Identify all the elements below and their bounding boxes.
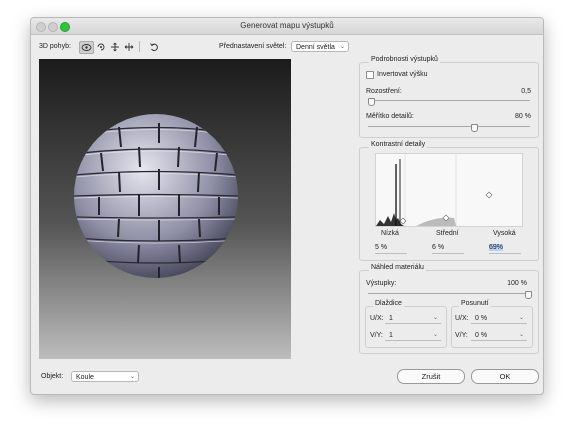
blur-slider-track[interactable]	[368, 100, 530, 101]
chevron-down-icon: ⌄	[339, 44, 345, 50]
tiling-v-select[interactable]: 1 ⌄	[385, 330, 441, 341]
zoom-window-button[interactable]	[60, 22, 70, 32]
tiling-title: Dlaždice	[373, 300, 404, 307]
roll-3d-icon[interactable]	[94, 41, 107, 52]
mid-contrast-field[interactable]: 6 %	[432, 243, 464, 254]
tiling-u-value: 1	[389, 315, 393, 322]
preview-sphere	[74, 114, 238, 278]
detail-scale-slider-thumb[interactable]	[471, 124, 478, 132]
minimize-window-button[interactable]	[48, 22, 58, 32]
material-preview-title: Náhled materiálu	[369, 264, 426, 271]
high-contrast-value: 69%	[489, 244, 504, 251]
blur-slider-thumb[interactable]	[368, 98, 375, 106]
invert-height-checkbox[interactable]	[366, 71, 374, 79]
bumps-slider-track[interactable]	[368, 293, 530, 294]
bump-preview-canvas[interactable]	[39, 59, 291, 359]
low-contrast-value: 5 %	[375, 244, 388, 251]
blur-value[interactable]: 0,5	[491, 88, 531, 95]
high-contrast-field[interactable]: 69%	[489, 243, 521, 254]
toolbar-divider	[139, 41, 140, 52]
light-preset-select[interactable]: Denní světla ⌄	[291, 41, 349, 52]
offset-u-select[interactable]: 0 % ⌄	[471, 313, 527, 324]
chevron-down-icon: ⌄	[432, 332, 438, 338]
contrast-details-title: Kontrastní detaily	[369, 141, 428, 148]
low-contrast-label: Nízká	[381, 230, 399, 237]
object-select[interactable]: Koule ⌄	[71, 371, 139, 382]
close-window-button[interactable]	[36, 22, 46, 32]
detail-scale-label: Měřítko detailů:	[366, 113, 414, 120]
chevron-down-icon: ⌄	[129, 374, 135, 380]
tiling-v-value: 1	[389, 332, 393, 339]
tiling-u-label: U/X:	[370, 315, 384, 322]
object-value: Koule	[76, 374, 94, 381]
rotate-3d-icon[interactable]	[79, 41, 94, 54]
ok-button[interactable]: OK	[471, 369, 539, 384]
offset-v-label: V/Y:	[455, 332, 468, 339]
bumps-label: Výstupky:	[366, 280, 397, 287]
chevron-down-icon: ⌄	[518, 315, 524, 321]
offset-title: Posunutí	[459, 300, 491, 307]
cancel-button[interactable]: Zrušit	[397, 369, 465, 384]
bumps-slider-thumb[interactable]	[525, 291, 532, 299]
bumps-value[interactable]: 100 %	[481, 280, 527, 287]
high-contrast-label: Vysoká	[493, 230, 516, 237]
offset-u-value: 0 %	[475, 315, 488, 322]
chevron-down-icon: ⌄	[432, 315, 438, 321]
detail-scale-value[interactable]: 80 %	[491, 113, 531, 120]
bump-details-title: Podrobnosti výstupků	[369, 56, 440, 63]
window-title: Generovat mapu výstupků	[240, 21, 334, 30]
motion-label: 3D pohyb:	[39, 43, 71, 50]
object-label: Objekt:	[41, 373, 64, 380]
mid-contrast-value: 6 %	[432, 244, 445, 251]
tiling-v-label: V/Y:	[370, 332, 383, 339]
light-preset-value: Denní světla	[296, 44, 335, 51]
title-bar: Generovat mapu výstupků	[31, 18, 543, 35]
preset-label: Přednastavení světel:	[219, 43, 287, 50]
invert-height-label: Invertovat výšku	[377, 71, 428, 78]
pan-3d-icon[interactable]	[108, 41, 121, 52]
detail-scale-slider-track[interactable]	[368, 126, 530, 127]
mid-contrast-label: Střední	[436, 230, 459, 237]
offset-v-select[interactable]: 0 % ⌄	[471, 330, 527, 341]
slide-3d-icon[interactable]	[122, 41, 135, 52]
blur-label: Rozostření:	[366, 88, 402, 95]
offset-u-label: U/X:	[455, 315, 469, 322]
offset-v-value: 0 %	[475, 332, 488, 339]
dialog-window: Generovat mapu výstupků 3D pohyb: Předna…	[30, 17, 544, 395]
reset-view-icon[interactable]	[147, 41, 160, 52]
chevron-down-icon: ⌄	[518, 332, 524, 338]
contrast-curve-area[interactable]	[375, 153, 523, 227]
low-contrast-field[interactable]: 5 %	[375, 243, 407, 254]
tiling-u-select[interactable]: 1 ⌄	[385, 313, 441, 324]
